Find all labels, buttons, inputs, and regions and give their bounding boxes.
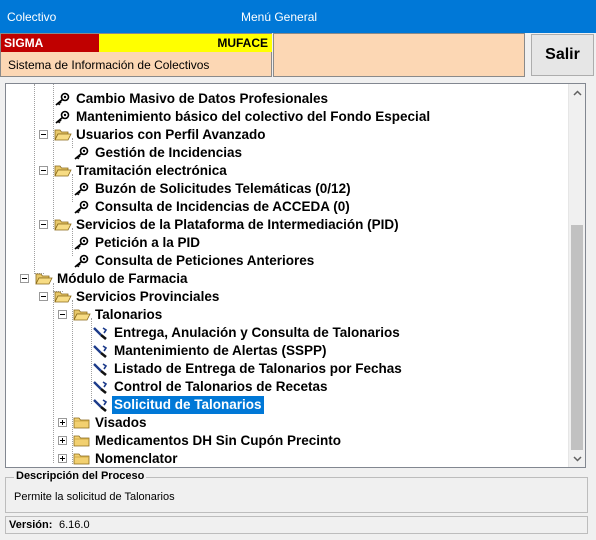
tool-icon: [92, 396, 110, 414]
folder-closed-icon: [73, 432, 91, 450]
tree-item-label: Talonarios: [95, 307, 163, 322]
tool-icon: [92, 360, 110, 378]
tree-item-label: Buzón de Solicitudes Telemáticas (0/12): [95, 181, 351, 196]
tree-item-label: Gestión de Incidencias: [95, 145, 243, 160]
tree-item[interactable]: Gestión de Incidencias: [6, 144, 566, 162]
system-name: Sistema de Información de Colectivos: [8, 58, 210, 72]
expand-icon[interactable]: [58, 454, 67, 463]
tree-item[interactable]: Buzón de Solicitudes Telemáticas (0/12): [6, 180, 566, 198]
tree-item-label: Medicamentos DH Sin Cupón Precinto: [95, 433, 342, 448]
tree-item-label: Mantenimiento básico del colectivo del F…: [76, 109, 431, 124]
key-icon: [54, 90, 72, 108]
folder-closed-icon: [73, 450, 91, 467]
folder-open-icon: [73, 306, 91, 324]
tree-item-label: Cambio Masivo de Datos Profesionales: [76, 91, 329, 106]
collapse-icon[interactable]: [39, 292, 48, 301]
version-label: Versión:: [9, 519, 53, 531]
tree-item-label: Consulta de Peticiones Anteriores: [95, 253, 315, 268]
collapse-icon[interactable]: [39, 166, 48, 175]
muface-badge: MUFACE: [99, 34, 272, 52]
key-icon: [54, 108, 72, 126]
header-panel: SIGMA MUFACE Sistema de Información de C…: [0, 33, 272, 77]
description-title: Descripción del Proceso: [14, 470, 147, 482]
key-icon: [73, 234, 91, 252]
tree-scrollbar[interactable]: [568, 84, 585, 467]
exit-button[interactable]: Salir: [531, 34, 594, 76]
tree-item[interactable]: Petición a la PID: [6, 234, 566, 252]
tree-item[interactable]: Servicios Provinciales: [6, 288, 566, 306]
tree-item[interactable]: Talonarios: [6, 306, 566, 324]
process-description: Descripción del Proceso Permite la solic…: [5, 470, 588, 513]
tree-item[interactable]: Listado de Entrega de Talonarios por Fec…: [6, 360, 566, 378]
folder-open-icon: [54, 126, 72, 144]
tree-item[interactable]: Mantenimiento básico del colectivo del F…: [6, 108, 566, 126]
scroll-up-icon[interactable]: [569, 84, 585, 101]
tree-item-label: Tramitación electrónica: [76, 163, 227, 178]
header-blank-panel: [273, 33, 525, 77]
menu-tree: Cambio Masivo de Datos Profesionales Mant…: [5, 83, 586, 468]
scrollbar-thumb[interactable]: [571, 225, 583, 450]
tree-item[interactable]: Medicamentos DH Sin Cupón Precinto: [6, 432, 566, 450]
folder-open-icon: [54, 162, 72, 180]
tree-item-label: Módulo de Farmacia: [57, 271, 188, 286]
tree-item[interactable]: Servicios de la Plataforma de Intermedia…: [6, 216, 566, 234]
key-icon: [73, 180, 91, 198]
tool-icon: [92, 342, 110, 360]
version-bar: Versión: 6.16.0: [5, 516, 588, 534]
tree-item-label: Servicios de la Plataforma de Intermedia…: [76, 217, 399, 232]
tree-item-label: Listado de Entrega de Talonarios por Fec…: [114, 361, 402, 376]
expand-icon[interactable]: [58, 418, 67, 427]
tree-item[interactable]: Visados: [6, 414, 566, 432]
sigma-badge: SIGMA: [1, 34, 99, 52]
tree-item-label: Servicios Provinciales: [76, 289, 220, 304]
key-icon: [73, 198, 91, 216]
collapse-icon[interactable]: [39, 130, 48, 139]
tree-item-label: Petición a la PID: [95, 235, 201, 250]
tree-item-label: Entrega, Anulación y Consulta de Talonar…: [114, 325, 400, 340]
tool-icon: [92, 378, 110, 396]
tree-item[interactable]: Entrega, Anulación y Consulta de Talonar…: [6, 324, 566, 342]
tree-item[interactable]: Solicitud de Talonarios: [6, 396, 566, 414]
folder-open-icon: [54, 288, 72, 306]
tree-item[interactable]: Consulta de Incidencias de ACCEDA (0): [6, 198, 566, 216]
tree-item-label: Control de Talonarios de Recetas: [114, 379, 328, 394]
scroll-down-icon[interactable]: [569, 450, 585, 467]
collapse-icon[interactable]: [58, 310, 67, 319]
description-text: Permite la solicitud de Talonarios: [14, 491, 175, 503]
expand-icon[interactable]: [58, 436, 67, 445]
tree-item[interactable]: Tramitación electrónica: [6, 162, 566, 180]
menu-title: Menú General: [241, 10, 318, 24]
key-icon: [73, 144, 91, 162]
collapse-icon[interactable]: [20, 274, 29, 283]
folder-open-icon: [54, 216, 72, 234]
tree-item[interactable]: Usuarios con Perfil Avanzado: [6, 126, 566, 144]
collapse-icon[interactable]: [39, 220, 48, 229]
window-titlebar: Colectivo Menú General: [0, 0, 596, 33]
tree-item[interactable]: Control de Talonarios de Recetas: [6, 378, 566, 396]
tree-item[interactable]: Módulo de Farmacia: [6, 270, 566, 288]
tree-item[interactable]: Mantenimiento de Alertas (SSPP): [6, 342, 566, 360]
tree-item[interactable]: Nomenclator: [6, 450, 566, 467]
key-icon: [73, 252, 91, 270]
tree-item-label: Nomenclator: [95, 451, 178, 466]
folder-closed-icon: [73, 414, 91, 432]
tree-item[interactable]: Cambio Masivo de Datos Profesionales: [6, 90, 566, 108]
tree-item-label: Visados: [95, 415, 147, 430]
folder-open-icon: [35, 270, 53, 288]
tree-item-label: Solicitud de Talonarios: [112, 396, 264, 414]
tree-item[interactable]: Consulta de Peticiones Anteriores: [6, 252, 566, 270]
tree-item-label: Mantenimiento de Alertas (SSPP): [114, 343, 327, 358]
app-title: Colectivo: [7, 10, 57, 24]
version-value: 6.16.0: [59, 519, 90, 531]
tree-item-label: Consulta de Incidencias de ACCEDA (0): [95, 199, 350, 214]
tree-item-label: Usuarios con Perfil Avanzado: [76, 127, 266, 142]
tool-icon: [92, 324, 110, 342]
